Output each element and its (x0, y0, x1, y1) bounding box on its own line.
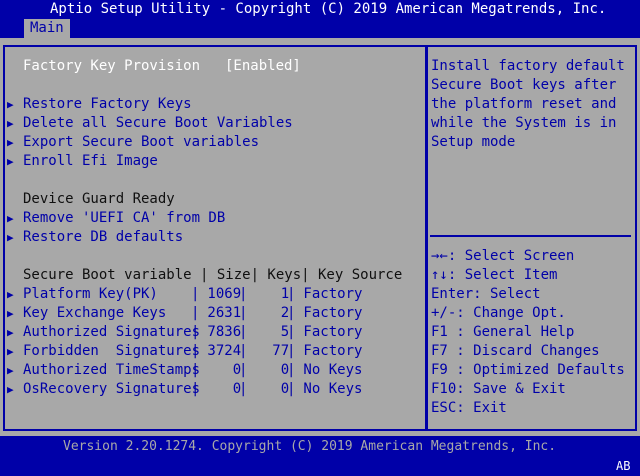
key-enter: Enter: Select (431, 286, 541, 302)
variable-name-cell: Platform Key(PK) (23, 286, 192, 302)
submenu-arrow-icon: ▶ (7, 326, 14, 339)
help-line: the platform reset and (431, 96, 617, 112)
submenu-arrow-icon: ▶ (7, 98, 14, 111)
export-secure-boot-variables-item[interactable]: Export Secure Boot variables (23, 133, 259, 152)
size-cell: 1069 (199, 286, 242, 302)
variable-name-cell: Authorized TimeStamps (23, 362, 201, 378)
key-select-item: ↑↓: Select Item (431, 267, 558, 283)
submenu-arrow-icon: ▶ (7, 117, 14, 130)
help-line: Install factory default (431, 58, 625, 74)
keys-cell: 0 (247, 362, 290, 378)
submenu-arrow-icon: ▶ (7, 212, 14, 225)
help-line: while the System is in (431, 115, 617, 131)
size-cell: 2631 (199, 305, 242, 321)
help-divider (430, 235, 631, 237)
device-guard-heading: Device Guard Ready (23, 191, 175, 207)
size-cell: 0 (199, 381, 242, 397)
help-line: Setup mode (431, 134, 516, 150)
key-save-exit: F10: Save & Exit (431, 381, 566, 397)
key-source-cell: Factory (295, 286, 363, 302)
size-cell: 0 (199, 362, 242, 378)
variable-name-cell: Authorized Signatures (23, 324, 201, 340)
submenu-arrow-icon: ▶ (7, 364, 14, 377)
submenu-arrow-icon: ▶ (7, 345, 14, 358)
keys-cell: 77 (247, 343, 290, 359)
tab-main[interactable]: Main (24, 19, 70, 38)
factory-key-provision-label[interactable]: Factory Key Provision (23, 57, 200, 76)
enroll-efi-image-item[interactable]: Enroll Efi Image (23, 152, 158, 171)
submenu-arrow-icon: ▶ (7, 136, 14, 149)
restore-factory-keys-item[interactable]: Restore Factory Keys (23, 95, 192, 114)
variable-name-cell: Forbidden Signatures (23, 343, 201, 359)
version-text: Version 2.20.1274. Copyright (C) 2019 Am… (63, 439, 557, 454)
submenu-arrow-icon: ▶ (7, 307, 14, 320)
submenu-arrow-icon: ▶ (7, 383, 14, 396)
key-change-opt: +/-: Change Opt. (431, 305, 566, 321)
app-title: Aptio Setup Utility - Copyright (C) 2019… (50, 1, 607, 17)
size-cell: 7836 (199, 324, 242, 340)
key-source-cell: Factory (295, 324, 363, 340)
factory-key-provision-value[interactable]: [Enabled] (225, 57, 301, 76)
key-general-help: F1 : General Help (431, 324, 575, 340)
restore-db-defaults-item[interactable]: Restore DB defaults (23, 228, 183, 247)
keys-cell: 5 (247, 324, 290, 340)
delete-secure-boot-variables-item[interactable]: Delete all Secure Boot Variables (23, 114, 293, 133)
variable-name-cell: Key Exchange Keys (23, 305, 192, 321)
submenu-arrow-icon: ▶ (7, 155, 14, 168)
remove-uefi-ca-item[interactable]: Remove 'UEFI CA' from DB (23, 209, 225, 228)
variable-name-cell: OsRecovery Signatures (23, 381, 201, 397)
keys-cell: 1 (247, 286, 290, 302)
keys-cell: 2 (247, 305, 290, 321)
submenu-arrow-icon: ▶ (7, 288, 14, 301)
keys-cell: 0 (247, 381, 290, 397)
key-source-cell: Factory (295, 305, 363, 321)
corner-code: AB (616, 459, 631, 473)
submenu-arrow-icon: ▶ (7, 231, 14, 244)
key-source-cell: Factory (295, 343, 363, 359)
key-source-cell: No Keys (295, 381, 363, 397)
key-discard-changes: F7 : Discard Changes (431, 343, 600, 359)
key-optimized-defaults: F9 : Optimized Defaults (431, 362, 625, 378)
key-exit: ESC: Exit (431, 400, 507, 416)
key-select-screen: →←: Select Screen (431, 248, 575, 264)
key-source-cell: No Keys (295, 362, 363, 378)
size-cell: 3724 (199, 343, 242, 359)
table-header: Secure Boot variable | Size| Keys| Key S… (23, 267, 403, 283)
help-line: Secure Boot keys after (431, 77, 617, 93)
